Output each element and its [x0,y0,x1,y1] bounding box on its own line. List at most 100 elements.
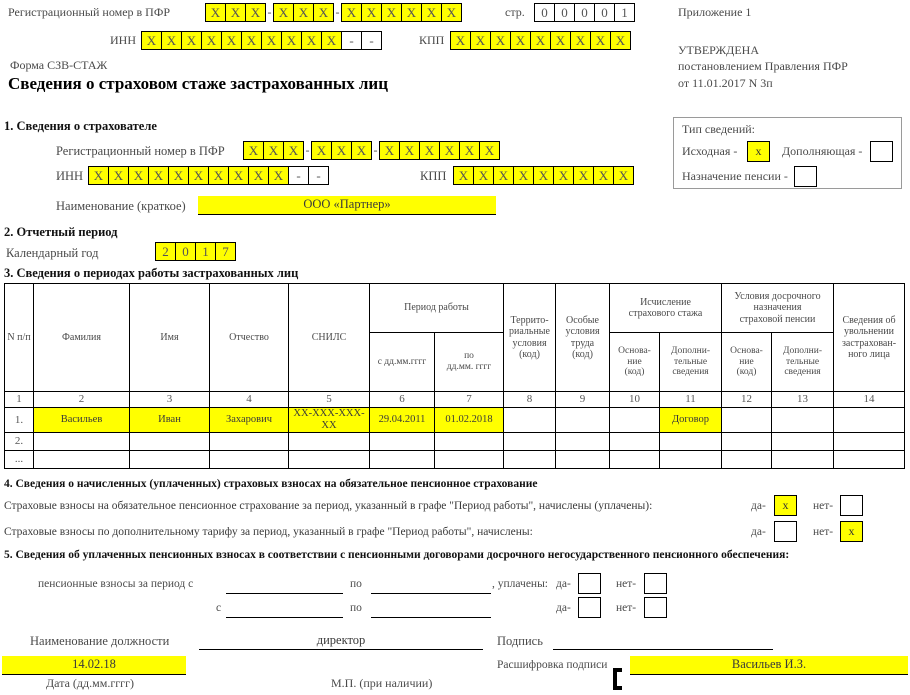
section5-row2-yes-checkbox[interactable] [578,597,601,618]
kpp-cell[interactable]: X [570,31,591,50]
cell-early-extra[interactable] [771,431,834,451]
inn-cell[interactable]: X [188,166,209,185]
cell-date-to[interactable] [434,449,504,469]
cell-special[interactable] [555,431,610,451]
reg-cell[interactable]: X [273,3,294,22]
info-type-pension-checkbox[interactable] [794,166,817,187]
cell-surname[interactable]: Васильев [33,407,130,433]
reg-cell[interactable]: X [341,3,362,22]
table-row[interactable]: 2. [4,431,905,451]
cell-dismissal[interactable] [833,449,905,469]
section4-line2-no-checkbox[interactable]: x [840,521,863,542]
cell-date-to[interactable]: 01.02.2018 [434,407,504,433]
cell-territorial[interactable] [503,449,556,469]
cell-calc-extra[interactable]: Договор [659,407,722,433]
cell-special[interactable] [555,407,610,433]
kpp-cell[interactable]: X [490,31,511,50]
kpp-cell[interactable]: X [573,166,594,185]
cell-patronymic[interactable]: Захарович [209,407,289,433]
page-cell[interactable]: 0 [534,3,555,22]
inn-cell[interactable]: X [141,31,162,50]
reg-group-2[interactable]: X X X [311,141,372,160]
section5-row2-from-input[interactable] [226,616,343,618]
kpp-cell[interactable]: X [510,31,531,50]
kpp-cell[interactable]: X [593,166,614,185]
decoding-input[interactable]: Васильев И.З. [630,656,908,675]
inn-cell[interactable]: X [228,166,249,185]
inn-cell[interactable]: X [108,166,129,185]
reg-cell[interactable]: X [421,3,442,22]
reg-cell[interactable]: X [283,141,304,160]
section5-row1-from-input[interactable] [226,592,343,594]
page-cell[interactable]: 1 [614,3,635,22]
cell-snils[interactable] [288,449,370,469]
section1-inn-field[interactable]: X X X X X X X X X X - - [88,166,329,185]
table-row[interactable]: ... [4,449,905,469]
cell-territorial[interactable] [503,407,556,433]
reg-cell[interactable]: X [245,3,266,22]
year-cell[interactable]: 1 [195,242,216,261]
cell-early-basis[interactable] [721,431,772,451]
header-kpp-field[interactable]: X X X X X X X X X [450,31,631,50]
inn-cell[interactable]: X [161,31,182,50]
reg-cell[interactable]: X [225,3,246,22]
reg-cell[interactable]: X [293,3,314,22]
kpp-cell[interactable]: X [473,166,494,185]
kpp-cell[interactable]: X [530,31,551,50]
year-cell[interactable]: 7 [215,242,236,261]
section5-row2-no-checkbox[interactable] [644,597,667,618]
cell-calc-extra[interactable] [659,449,722,469]
year-cell[interactable]: 0 [175,242,196,261]
reg-cell[interactable]: X [361,3,382,22]
cell-early-basis[interactable] [721,449,772,469]
cell-surname[interactable] [33,449,130,469]
reg-cell[interactable]: X [263,141,284,160]
cell-date-from[interactable] [369,431,435,451]
header-reg-number-field[interactable]: X X X - X X X - X X X X X X [205,3,462,22]
inn-cell[interactable]: X [268,166,289,185]
calendar-year-field[interactable]: 2 0 1 7 [155,242,236,261]
inn-cell[interactable]: X [261,31,282,50]
kpp-cell[interactable]: X [470,31,491,50]
date-input[interactable]: 14.02.18 [2,656,186,675]
reg-cell[interactable]: X [379,141,400,160]
cell-calc-basis[interactable] [609,449,660,469]
cell-early-extra[interactable] [771,407,834,433]
inn-cell-empty[interactable]: - [288,166,309,185]
cell-dismissal[interactable] [833,431,905,451]
cell-snils[interactable]: XX-XXX-XXX-XX [288,407,370,433]
cell-firstname[interactable] [129,449,210,469]
reg-group-3[interactable]: X X X X X X [379,141,500,160]
reg-group-2[interactable]: X X X [273,3,334,22]
cell-patronymic[interactable] [209,449,289,469]
section4-line1-yes-checkbox[interactable]: x [774,495,797,516]
kpp-cell[interactable]: X [533,166,554,185]
info-type-initial-checkbox[interactable]: x [747,141,770,162]
cell-date-to[interactable] [434,431,504,451]
cell-date-from[interactable]: 29.04.2011 [369,407,435,433]
kpp-cell[interactable]: X [610,31,631,50]
section4-line2-yes-checkbox[interactable] [774,521,797,542]
header-inn-field[interactable]: X X X X X X X X X X - - [141,31,382,50]
kpp-cell[interactable]: X [613,166,634,185]
inn-cell[interactable]: X [148,166,169,185]
reg-cell[interactable]: X [311,141,332,160]
inn-cell[interactable]: X [201,31,222,50]
reg-cell[interactable]: X [479,141,500,160]
info-type-supplementary-checkbox[interactable] [870,141,893,162]
cell-territorial[interactable] [503,431,556,451]
inn-cell[interactable]: X [88,166,109,185]
kpp-cell[interactable]: X [450,31,471,50]
cell-calc-extra[interactable] [659,431,722,451]
inn-cell[interactable]: X [208,166,229,185]
kpp-cell[interactable]: X [453,166,474,185]
page-number-field[interactable]: 0 0 0 0 1 [534,3,635,22]
inn-cell-empty[interactable]: - [341,31,362,50]
position-input[interactable]: директор [199,632,483,650]
reg-cell[interactable]: X [419,141,440,160]
reg-cell[interactable]: X [399,141,420,160]
page-cell[interactable]: 0 [554,3,575,22]
table-row[interactable]: 1. Васильев Иван Захарович XX-XXX-XXX-XX… [4,407,905,433]
reg-cell[interactable]: X [381,3,402,22]
cell-dismissal[interactable] [833,407,905,433]
